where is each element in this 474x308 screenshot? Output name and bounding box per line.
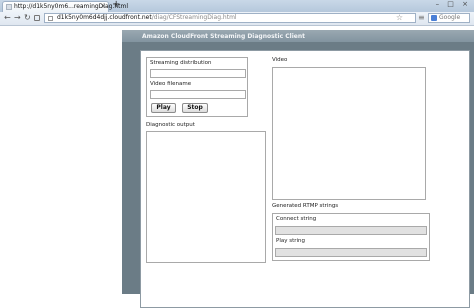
app-title: Amazon CloudFront Streaming Diagnostic C…	[142, 33, 305, 40]
reload-icon[interactable]: ↻	[24, 13, 31, 22]
window-controls[interactable]: – □ ×	[436, 0, 471, 8]
address-bar[interactable]: d1k5ny0m6d4djj.cloudfront.net/diag/CFStr…	[44, 13, 416, 23]
main-panel: Streaming distribution Video filename Pl…	[140, 50, 470, 308]
bookmark-star-icon[interactable]: ☆	[396, 13, 403, 22]
search-box[interactable]: Google	[428, 13, 470, 23]
video-filename-label: Video filename	[150, 81, 192, 87]
search-placeholder: Google	[439, 14, 461, 21]
diagnostic-output-label: Diagnostic output	[146, 122, 195, 128]
google-icon	[431, 15, 437, 21]
play-button[interactable]: Play	[151, 103, 176, 113]
diagnostic-output-area[interactable]	[146, 131, 266, 263]
browser-tab[interactable]: http://d1k5ny0m6...reamingDiag.html ×	[2, 1, 128, 12]
forward-icon[interactable]: →	[14, 13, 21, 22]
close-tab-icon[interactable]: ×	[100, 2, 106, 10]
new-tab-button[interactable]: +	[112, 0, 120, 10]
video-player[interactable]	[272, 67, 426, 200]
url-host: d1k5ny0m6d4djj.cloudfront.net	[57, 14, 152, 21]
tab-title: http://d1k5ny0m6...reamingDiag.html	[14, 3, 129, 10]
rtmp-strings-label: Generated RTMP strings	[272, 203, 339, 209]
streaming-distribution-label: Streaming distribution	[150, 60, 212, 66]
streaming-distribution-input[interactable]	[150, 69, 246, 78]
page-icon	[48, 16, 53, 21]
app-header: Amazon CloudFront Streaming Diagnostic C…	[122, 30, 474, 42]
play-string-field[interactable]	[275, 248, 427, 257]
url-text[interactable]: d1k5ny0m6d4djj.cloudfront.net/diag/CFStr…	[57, 14, 237, 21]
page-icon	[6, 4, 12, 10]
url-path: /diag/CFStreamingDiag.html	[151, 14, 237, 21]
rtmp-strings-box: Connect string Play string	[272, 213, 430, 261]
home-icon[interactable]	[34, 15, 40, 21]
back-icon[interactable]: ←	[4, 13, 11, 22]
menu-icon[interactable]: ≡	[418, 13, 425, 22]
connect-string-label: Connect string	[276, 216, 317, 222]
connect-string-field[interactable]	[275, 226, 427, 235]
stop-button[interactable]: Stop	[182, 103, 208, 113]
video-label: Video	[272, 57, 288, 63]
play-string-label: Play string	[276, 238, 306, 244]
page-stage: Amazon CloudFront Streaming Diagnostic C…	[122, 30, 474, 308]
browser-toolbar: ← → ↻ d1k5ny0m6d4djj.cloudfront.net/diag…	[0, 12, 474, 26]
controls-box: Streaming distribution Video filename Pl…	[146, 57, 248, 117]
video-filename-input[interactable]	[150, 90, 246, 99]
